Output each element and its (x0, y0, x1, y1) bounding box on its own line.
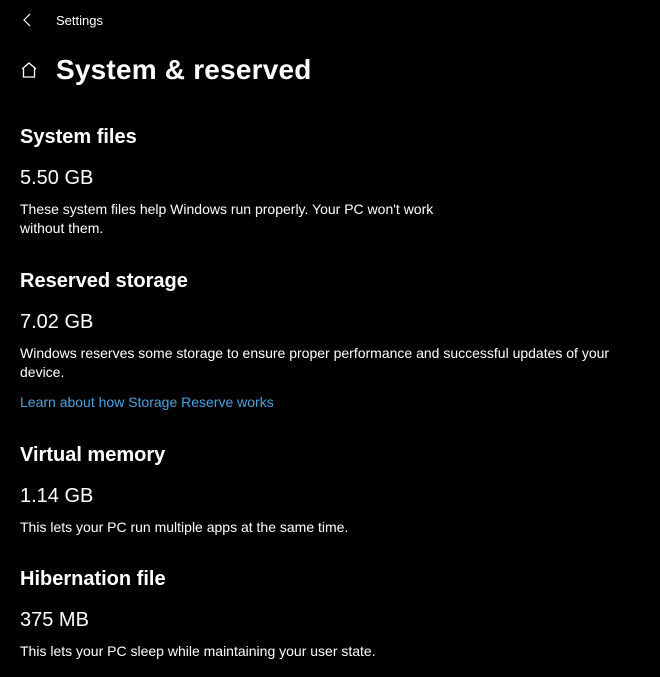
home-icon[interactable] (20, 61, 38, 79)
header-bar: Settings (0, 0, 660, 36)
section-heading: Reserved storage (20, 270, 640, 293)
content-area: System files 5.50 GB These system files … (0, 126, 660, 661)
section-hibernation-file: Hibernation file 375 MB This lets your P… (20, 568, 640, 661)
description-text: This lets your PC run multiple apps at t… (20, 518, 640, 537)
page-title: System & reserved (56, 54, 312, 86)
size-value: 1.14 GB (20, 485, 640, 508)
section-system-files: System files 5.50 GB These system files … (20, 126, 640, 238)
section-reserved-storage: Reserved storage 7.02 GB Windows reserve… (20, 270, 640, 412)
learn-more-link[interactable]: Learn about how Storage Reserve works (20, 394, 274, 410)
description-text: These system files help Windows run prop… (20, 200, 450, 238)
size-value: 7.02 GB (20, 311, 640, 334)
back-arrow-icon[interactable] (20, 12, 36, 28)
section-heading: Virtual memory (20, 444, 640, 467)
section-heading: Hibernation file (20, 568, 640, 591)
section-virtual-memory: Virtual memory 1.14 GB This lets your PC… (20, 444, 640, 537)
description-text: Windows reserves some storage to ensure … (20, 344, 640, 382)
section-heading: System files (20, 126, 640, 149)
size-value: 5.50 GB (20, 167, 640, 190)
size-value: 375 MB (20, 609, 640, 632)
header-label: Settings (56, 13, 103, 28)
description-text: This lets your PC sleep while maintainin… (20, 642, 640, 661)
title-row: System & reserved (0, 36, 660, 96)
